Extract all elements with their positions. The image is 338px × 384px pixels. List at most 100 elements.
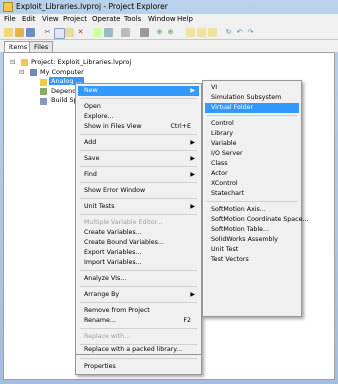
- menu-operate[interactable]: Operate: [92, 15, 120, 23]
- submenu-arrow-icon: ▶: [190, 139, 195, 146]
- expand-icon[interactable]: [197, 28, 206, 37]
- cut-icon[interactable]: ✂: [43, 28, 52, 37]
- menu-edit[interactable]: Edit: [22, 15, 36, 23]
- separator: [80, 286, 197, 287]
- build-spec-icon: [40, 98, 47, 105]
- menu-item-replace-packed-library[interactable]: Replace with a packed library...: [78, 345, 199, 354]
- menu-file[interactable]: File: [4, 15, 16, 23]
- project-icon: [3, 2, 13, 12]
- context-menu: New ▶ Open Explore... Show in Files View C…: [75, 83, 202, 355]
- menu-item-unit-tests[interactable]: Unit Tests ▶: [78, 202, 199, 212]
- paste-icon[interactable]: [65, 28, 74, 37]
- separator: [80, 166, 197, 167]
- separator: [80, 214, 197, 215]
- collapse-toggle[interactable]: ⊟: [19, 68, 24, 76]
- filter-icon[interactable]: [140, 28, 149, 37]
- submenu-item-actor[interactable]: Actor: [205, 169, 299, 179]
- new-icon[interactable]: [4, 28, 13, 37]
- submenu-item-variable[interactable]: Variable: [205, 139, 299, 149]
- menu-item-label: Show in Files View: [84, 123, 142, 130]
- menu-item-export-variables[interactable]: Export Variables...: [78, 248, 199, 258]
- menu-bar: File Edit View Project Operate Tools Win…: [0, 14, 338, 26]
- new-submenu: VI Simulation Subsystem Virtual Folder C…: [202, 80, 309, 317]
- submenu-item-softmotion-coordinate-space[interactable]: SoftMotion Coordinate Space...: [205, 215, 309, 225]
- separator: [80, 150, 197, 151]
- settings-icon[interactable]: [121, 28, 130, 37]
- menu-item-new[interactable]: New ▶: [78, 86, 199, 96]
- menu-item-create-variables[interactable]: Create Variables...: [78, 228, 199, 238]
- delete-icon[interactable]: ✕: [76, 28, 85, 37]
- menu-item-label: Rename...: [84, 317, 116, 324]
- submenu-item-xcontrol[interactable]: XControl: [205, 179, 299, 189]
- copy-icon[interactable]: [54, 28, 65, 39]
- toolbar: ✂ ✕ ⊕ ⊕ ↻ ↶ ↷: [0, 26, 338, 40]
- menu-item-create-bound-variables[interactable]: Create Bound Variables...: [78, 238, 199, 248]
- menu-item-find[interactable]: Find ▶: [78, 170, 199, 180]
- menu-item-add[interactable]: Add ▶: [78, 138, 199, 148]
- dependencies-icon: [40, 88, 47, 95]
- menu-item-import-variables[interactable]: Import Variables...: [78, 258, 199, 268]
- folder-icon[interactable]: [186, 28, 195, 37]
- menu-item-analyze-vis[interactable]: Analyze VIs...: [78, 274, 199, 284]
- title-bar: Exploit_Libraries.lvproj - Project Explo…: [0, 0, 338, 14]
- menu-item-properties[interactable]: Properties: [78, 362, 199, 372]
- separator: [80, 358, 197, 359]
- save-all-icon[interactable]: [26, 28, 35, 37]
- build-icon[interactable]: [93, 28, 102, 37]
- menu-item-show-error-window[interactable]: Show Error Window: [78, 186, 199, 196]
- menu-item-arrange-by[interactable]: Arrange By ▶: [78, 290, 199, 300]
- menu-tools[interactable]: Tools: [124, 15, 141, 23]
- menu-help[interactable]: Help: [177, 15, 193, 23]
- shortcut-label: F2: [183, 317, 191, 324]
- collapse-toggle[interactable]: ⊟: [10, 58, 15, 66]
- submenu-item-solidworks-assembly[interactable]: SolidWorks Assembly: [205, 235, 299, 245]
- menu-item-rename[interactable]: Rename... F2: [78, 316, 199, 326]
- tab-bar: Items Files: [0, 40, 338, 53]
- context-menu-footer: Properties: [75, 355, 202, 375]
- menu-item-new-label: New: [84, 87, 98, 94]
- refresh-icon[interactable]: ↻: [224, 28, 233, 37]
- add-folder-icon[interactable]: ⊕: [166, 28, 175, 37]
- submenu-item-library[interactable]: Library: [205, 129, 299, 139]
- separator: [80, 134, 197, 135]
- menu-item-remove-from-project[interactable]: Remove from Project: [78, 306, 199, 316]
- menu-item-explore[interactable]: Explore...: [78, 112, 199, 122]
- add-file-icon[interactable]: ⊕: [155, 28, 164, 37]
- forward-icon[interactable]: ↷: [246, 28, 255, 37]
- back-icon[interactable]: ↶: [235, 28, 244, 37]
- menu-item-save[interactable]: Save ▶: [78, 154, 199, 164]
- menu-view[interactable]: View: [42, 15, 59, 23]
- project-icon: [21, 59, 28, 66]
- separator: [80, 302, 197, 303]
- open-icon[interactable]: [15, 28, 24, 37]
- submenu-item-io-server[interactable]: I/O Server: [205, 149, 299, 159]
- deploy-icon[interactable]: [104, 28, 113, 37]
- submenu-item-control[interactable]: Control: [205, 119, 299, 129]
- submenu-item-softmotion-table[interactable]: SoftMotion Table...: [205, 225, 299, 235]
- menu-item-label: Add: [84, 139, 97, 146]
- submenu-arrow-icon: ▶: [190, 291, 195, 298]
- separator: [207, 201, 297, 202]
- library-icon: [40, 79, 47, 86]
- collapse-icon[interactable]: [208, 28, 217, 37]
- submenu-arrow-icon: ▶: [190, 155, 195, 162]
- submenu-item-unit-test[interactable]: Unit Test: [205, 245, 299, 255]
- tree-project[interactable]: Project: Exploit_Libraries.lvproj: [31, 58, 131, 66]
- tree-my-computer[interactable]: My Computer: [40, 68, 84, 76]
- submenu-item-class[interactable]: Class: [205, 159, 299, 169]
- submenu-item-softmotion-axis[interactable]: SoftMotion Axis...: [205, 205, 299, 215]
- menu-item-open[interactable]: Open: [78, 102, 199, 112]
- separator: [207, 115, 297, 116]
- submenu-arrow-icon: ▶: [190, 87, 195, 94]
- menu-item-label: Unit Tests: [84, 203, 115, 210]
- window-title: Exploit_Libraries.lvproj - Project Explo…: [16, 2, 168, 11]
- menu-window[interactable]: Window: [148, 15, 176, 23]
- separator: [80, 182, 197, 183]
- menu-project[interactable]: Project: [63, 15, 87, 23]
- submenu-item-simulation-subsystem[interactable]: Simulation Subsystem: [205, 93, 299, 103]
- submenu-item-statechart[interactable]: Statechart: [205, 189, 299, 199]
- submenu-item-vi[interactable]: VI: [205, 83, 299, 93]
- submenu-item-test-vectors[interactable]: Test Vectors: [205, 255, 299, 265]
- submenu-item-virtual-folder[interactable]: Virtual Folder: [205, 103, 299, 113]
- menu-item-show-in-files[interactable]: Show in Files View Ctrl+E: [78, 122, 199, 132]
